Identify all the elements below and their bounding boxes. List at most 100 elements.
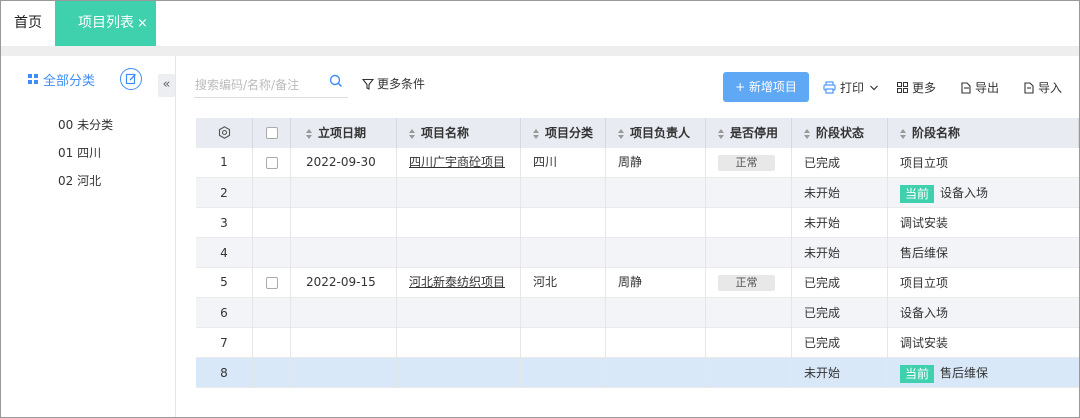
status-badge: 正常 <box>718 274 775 291</box>
print-button[interactable]: 打印 <box>823 79 883 96</box>
cell-category <box>521 178 606 208</box>
more-button[interactable]: 更多 <box>897 79 936 96</box>
import-button[interactable]: 导入 <box>1023 79 1062 96</box>
tab-home[interactable]: 首页 <box>1 1 55 46</box>
table-row[interactable]: 8 未开始 当前 售后维保 <box>196 358 1079 388</box>
project-name-link[interactable]: 河北新泰纺织项目 <box>409 275 505 289</box>
header-label: 项目负责人 <box>630 126 691 140</box>
cell-owner: 周静 <box>606 148 706 178</box>
row-number: 7 <box>196 328 253 358</box>
cell-stage-name: 售后维保 <box>888 238 1079 268</box>
row-select-cell <box>253 298 291 328</box>
cell-category <box>521 328 606 358</box>
cell-disabled <box>706 328 792 358</box>
search-icon[interactable] <box>329 74 343 88</box>
export-button[interactable]: 导出 <box>960 79 999 96</box>
category-item[interactable]: 01 四川 <box>58 144 113 172</box>
table-row[interactable]: 4 未开始 售后维保 <box>196 238 1079 268</box>
header-date[interactable]: 立项日期 <box>291 118 397 148</box>
row-number: 5 <box>196 268 253 298</box>
header-label: 阶段状态 <box>816 126 865 140</box>
row-select-cell <box>253 268 291 298</box>
table-row[interactable]: 5 2022-09-15 河北新泰纺织项目 河北 周静 正常 已完成 项目立项 <box>196 268 1079 298</box>
header-category[interactable]: 项目分类 <box>521 118 606 148</box>
category-item[interactable]: 00 未分类 <box>58 116 113 144</box>
cell-disabled <box>706 208 792 238</box>
header-owner[interactable]: 项目负责人 <box>606 118 706 148</box>
category-item[interactable]: 02 河北 <box>58 172 113 200</box>
row-number: 1 <box>196 148 253 178</box>
cell-owner <box>606 358 706 388</box>
all-categories[interactable]: 全部分类 <box>28 71 95 89</box>
stage-name-label: 售后维保 <box>940 366 989 380</box>
cell-disabled: 正常 <box>706 148 792 178</box>
import-label: 导入 <box>1038 81 1063 95</box>
close-icon[interactable]: × <box>137 1 148 46</box>
cell-date <box>291 358 397 388</box>
cell-date: 2022-09-15 <box>291 268 397 298</box>
cell-stage-name: 调试安装 <box>888 328 1079 358</box>
tab-project-list-label: 项目列表 <box>78 15 134 31</box>
search-input[interactable]: 搜索编码/名称/备注 <box>194 72 348 98</box>
table-row[interactable]: 3 未开始 调试安装 <box>196 208 1079 238</box>
sort-icon <box>900 128 907 139</box>
row-checkbox[interactable] <box>265 156 278 169</box>
header-label: 项目分类 <box>545 126 594 140</box>
column-settings[interactable] <box>196 118 253 148</box>
row-select-cell <box>253 328 291 358</box>
cell-category <box>521 208 606 238</box>
cell-stage-name: 调试安装 <box>888 208 1079 238</box>
grid-icon <box>28 74 38 84</box>
header-stage-status[interactable]: 阶段状态 <box>792 118 888 148</box>
table-row[interactable]: 1 2022-09-30 四川广宇商砼项目 四川 周静 正常 已完成 项目立项 <box>196 148 1079 178</box>
row-select-cell <box>253 358 291 388</box>
cell-project-name[interactable]: 河北新泰纺织项目 <box>397 268 521 298</box>
cell-project-name <box>397 298 521 328</box>
category-list: 00 未分类 01 四川 02 河北 <box>58 116 113 200</box>
apps-icon <box>897 82 908 93</box>
project-name-link[interactable]: 四川广宇商砼项目 <box>409 155 505 169</box>
table-header: 立项日期 项目名称 项目分类 项目负责人 是否停用 阶段状态 阶段名称 <box>196 118 1079 148</box>
filter-icon <box>362 78 374 90</box>
more-conditions-button[interactable]: 更多条件 <box>362 75 425 92</box>
cell-category: 四川 <box>521 148 606 178</box>
header-label: 是否停用 <box>730 126 779 140</box>
category-sidebar: 全部分类 « 00 未分类 01 四川 02 河北 <box>1 56 176 417</box>
print-label: 打印 <box>840 81 865 95</box>
table-body: 1 2022-09-30 四川广宇商砼项目 四川 周静 正常 已完成 项目立项 2 未开始 当前 设备… <box>196 148 1079 388</box>
export-label: 导出 <box>975 81 1000 95</box>
sort-icon <box>804 128 811 139</box>
header-name[interactable]: 项目名称 <box>397 118 521 148</box>
cell-category <box>521 298 606 328</box>
sort-icon <box>533 128 540 139</box>
stage-name-label: 设备入场 <box>940 186 989 200</box>
table-row[interactable]: 2 未开始 当前 设备入场 <box>196 178 1079 208</box>
cell-disabled <box>706 238 792 268</box>
edit-icon <box>125 73 136 85</box>
table-row[interactable]: 6 已完成 设备入场 <box>196 298 1079 328</box>
edit-category-button[interactable] <box>120 68 142 90</box>
current-badge: 当前 <box>900 364 935 383</box>
cell-project-name[interactable]: 四川广宇商砼项目 <box>397 148 521 178</box>
sort-icon <box>306 128 313 139</box>
row-checkbox[interactable] <box>265 276 278 289</box>
add-project-button[interactable]: + 新增项目 <box>723 72 809 102</box>
table-row[interactable]: 7 已完成 调试安装 <box>196 328 1079 358</box>
cell-stage-name: 设备入场 <box>888 298 1079 328</box>
cell-stage-status: 已完成 <box>792 268 888 298</box>
cell-disabled <box>706 358 792 388</box>
header-disabled[interactable]: 是否停用 <box>706 118 792 148</box>
cell-owner: 周静 <box>606 268 706 298</box>
select-all-checkbox[interactable] <box>265 126 278 139</box>
collapse-sidebar-button[interactable]: « <box>158 74 175 97</box>
cell-stage-status: 未开始 <box>792 178 888 208</box>
tab-project-list[interactable]: 项目列表 × <box>55 1 156 46</box>
header-stage-name[interactable]: 阶段名称 <box>888 118 1079 148</box>
stage-name-label: 设备入场 <box>900 306 949 320</box>
current-badge: 当前 <box>900 184 935 203</box>
import-icon <box>1024 81 1034 94</box>
header-label: 项目名称 <box>421 126 470 140</box>
cell-owner <box>606 298 706 328</box>
cell-stage-status: 已完成 <box>792 148 888 178</box>
printer-icon <box>823 81 836 94</box>
